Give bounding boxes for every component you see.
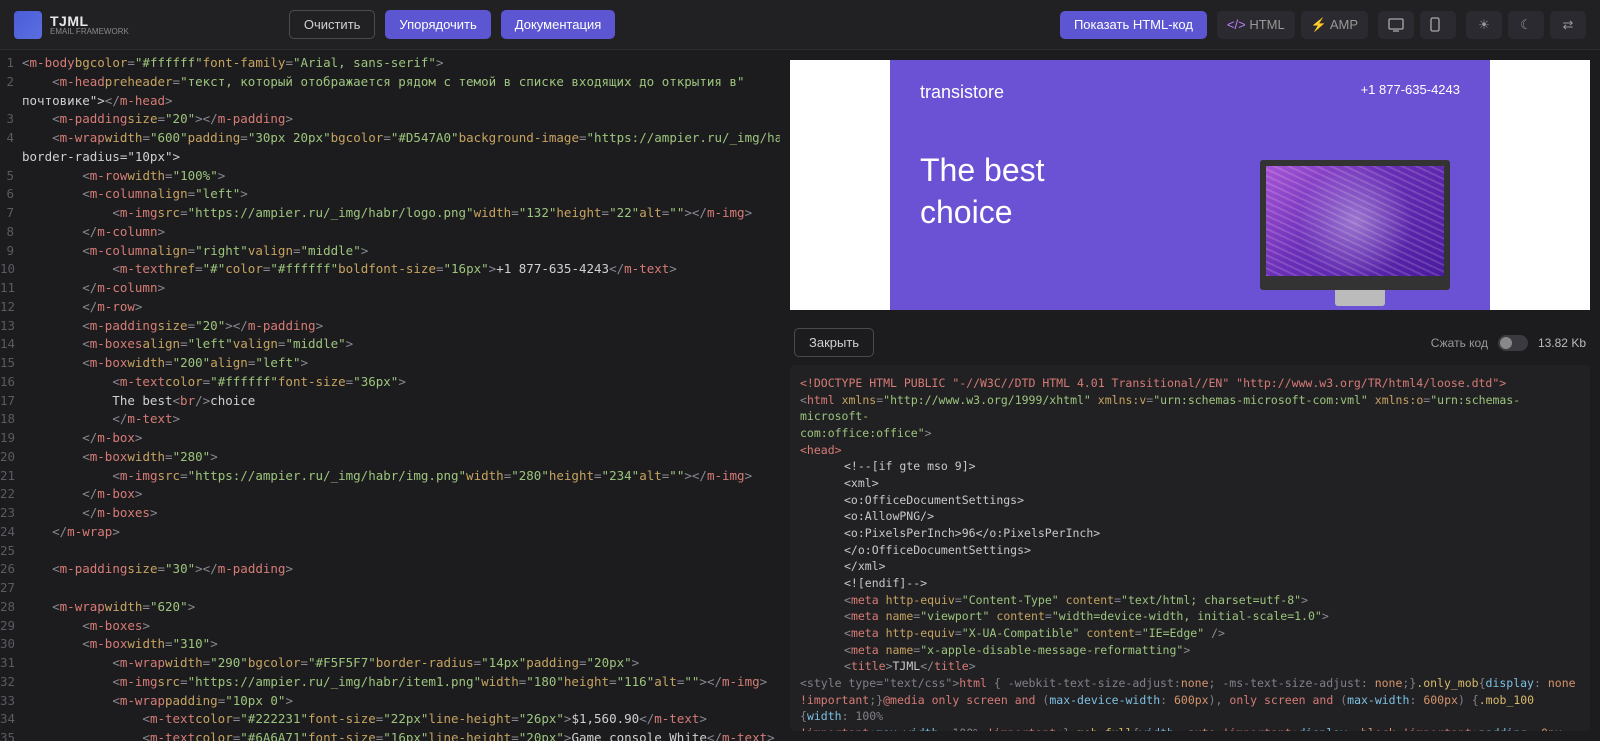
output-html[interactable]: <!DOCTYPE HTML PUBLIC "-//W3C//DTD HTML …: [790, 365, 1590, 731]
sun-icon[interactable]: ☀: [1466, 11, 1502, 39]
brand-sub: EMAIL FRAMEWORK: [50, 27, 129, 36]
brand-logo: TJML EMAIL FRAMEWORK: [14, 11, 129, 39]
mobile-view-button[interactable]: [1420, 11, 1456, 39]
desktop-view-button[interactable]: [1378, 11, 1414, 39]
preview-headline: The bestchoice: [920, 150, 1045, 233]
amp-format-button[interactable]: ⚡ AMP: [1301, 11, 1368, 39]
preview-logo: transistore: [920, 82, 1004, 103]
output-toolbar: Закрыть Сжать код 13.82 Kb: [780, 320, 1600, 365]
split-icon[interactable]: ⇄: [1550, 11, 1586, 39]
compress-toggle[interactable]: [1498, 335, 1528, 351]
tidy-button[interactable]: Упорядочить: [385, 10, 490, 39]
compress-label: Сжать код: [1431, 336, 1488, 350]
clear-button[interactable]: Очистить: [289, 10, 376, 39]
preview-phone: +1 877-635-4243: [1361, 82, 1460, 97]
close-output-button[interactable]: Закрыть: [794, 328, 874, 357]
show-html-button[interactable]: Показать HTML-код: [1060, 11, 1207, 39]
source-editor[interactable]: 1<m-body bgcolor="#ffffff" font-family="…: [0, 50, 780, 741]
moon-icon[interactable]: ☾: [1508, 11, 1544, 39]
email-preview: transistore +1 877-635-4243 The bestchoi…: [790, 60, 1590, 310]
top-toolbar: TJML EMAIL FRAMEWORK Очистить Упорядочит…: [0, 0, 1600, 50]
output-size: 13.82 Kb: [1538, 336, 1586, 350]
docs-button[interactable]: Документация: [501, 10, 616, 39]
html-format-button[interactable]: </> HTML: [1217, 11, 1295, 39]
monitor-image: [1260, 160, 1460, 310]
logo-cube-icon: [14, 11, 42, 39]
